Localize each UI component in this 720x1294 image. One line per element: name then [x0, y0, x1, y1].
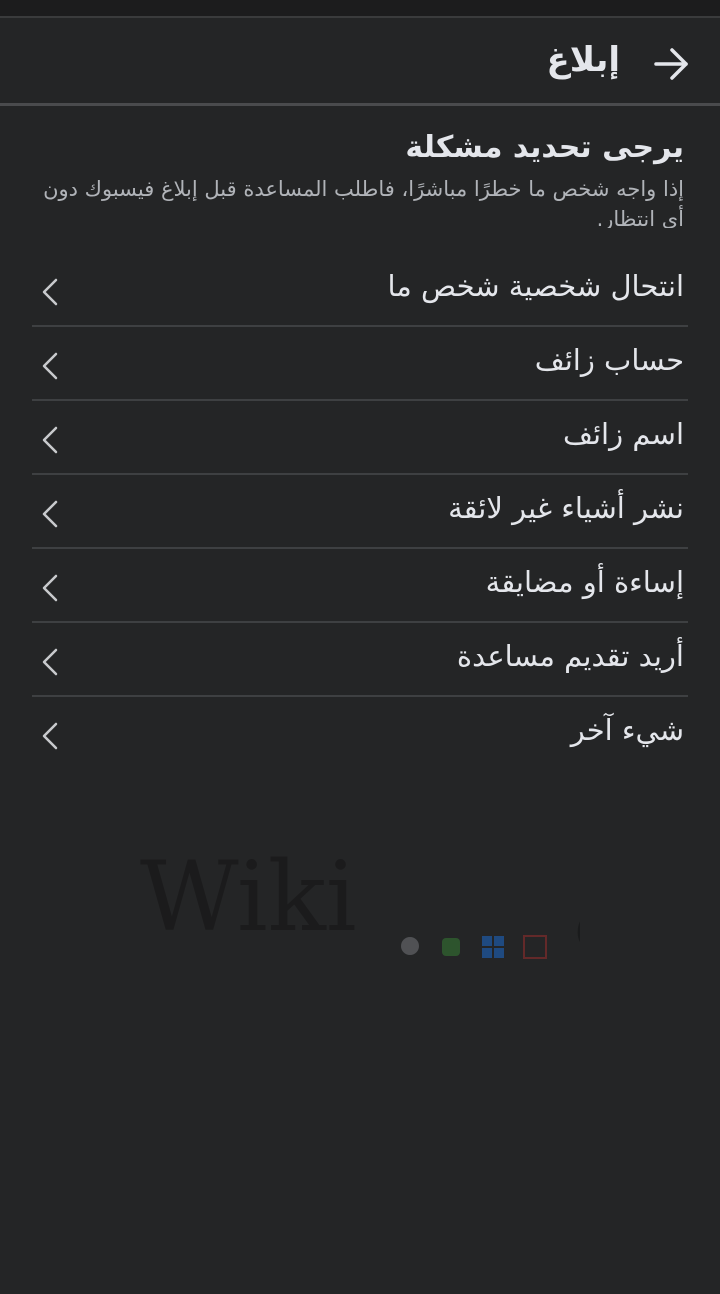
intro-title: يرجى تحديد مشكلة: [405, 130, 684, 165]
option-label: انتحال شخصية شخص ما: [387, 269, 684, 303]
option-fake-account[interactable]: حساب زائف: [32, 327, 688, 401]
chevron-left-icon: [42, 500, 58, 528]
option-label: نشر أشياء غير لائقة: [448, 491, 684, 525]
option-label: إساءة أو مضايقة: [485, 565, 684, 599]
option-fake-name[interactable]: اسم زائف: [32, 401, 688, 475]
status-bar: [0, 0, 720, 16]
page-title: إبلاغ: [546, 40, 620, 80]
intro-section: يرجى تحديد مشكلة إذا واجه شخص ما خطرًا م…: [34, 128, 684, 228]
ubuntu-icon: [523, 935, 547, 959]
chevron-left-icon: [42, 574, 58, 602]
arrow-right-icon[interactable]: [652, 44, 692, 84]
watermark-latin: Wiki: [140, 841, 357, 953]
chevron-left-icon: [42, 352, 58, 380]
problem-options-list: انتحال شخصية شخص ما حساب زائف اسم زائف ن…: [32, 253, 688, 771]
option-something-else[interactable]: شيء آخر: [32, 697, 688, 771]
chevron-left-icon: [42, 648, 58, 676]
chevron-left-icon: [42, 278, 58, 306]
option-impersonation[interactable]: انتحال شخصية شخص ما: [32, 253, 688, 327]
option-harassment[interactable]: إساءة أو مضايقة: [32, 549, 688, 623]
chevron-left-icon: [42, 426, 58, 454]
chevron-left-icon: [42, 722, 58, 750]
option-want-help[interactable]: أريد تقديم مساعدة: [32, 623, 688, 697]
top-app-bar: إبلاغ: [0, 16, 720, 106]
apple-icon: [401, 937, 419, 955]
watermark-logo: Wiki تقني: [140, 830, 580, 969]
intro-body: إذا واجه شخص ما خطرًا مباشرًا، فاطلب الم…: [43, 177, 684, 228]
option-label: أريد تقديم مساعدة: [456, 639, 684, 673]
option-inappropriate-posts[interactable]: نشر أشياء غير لائقة: [32, 475, 688, 549]
android-icon: [442, 938, 460, 956]
watermark-arabic: تقني: [570, 830, 580, 969]
option-label: اسم زائف: [562, 417, 684, 451]
option-label: شيء آخر: [570, 713, 684, 747]
option-label: حساب زائف: [534, 343, 684, 377]
windows-icon: [482, 936, 504, 958]
